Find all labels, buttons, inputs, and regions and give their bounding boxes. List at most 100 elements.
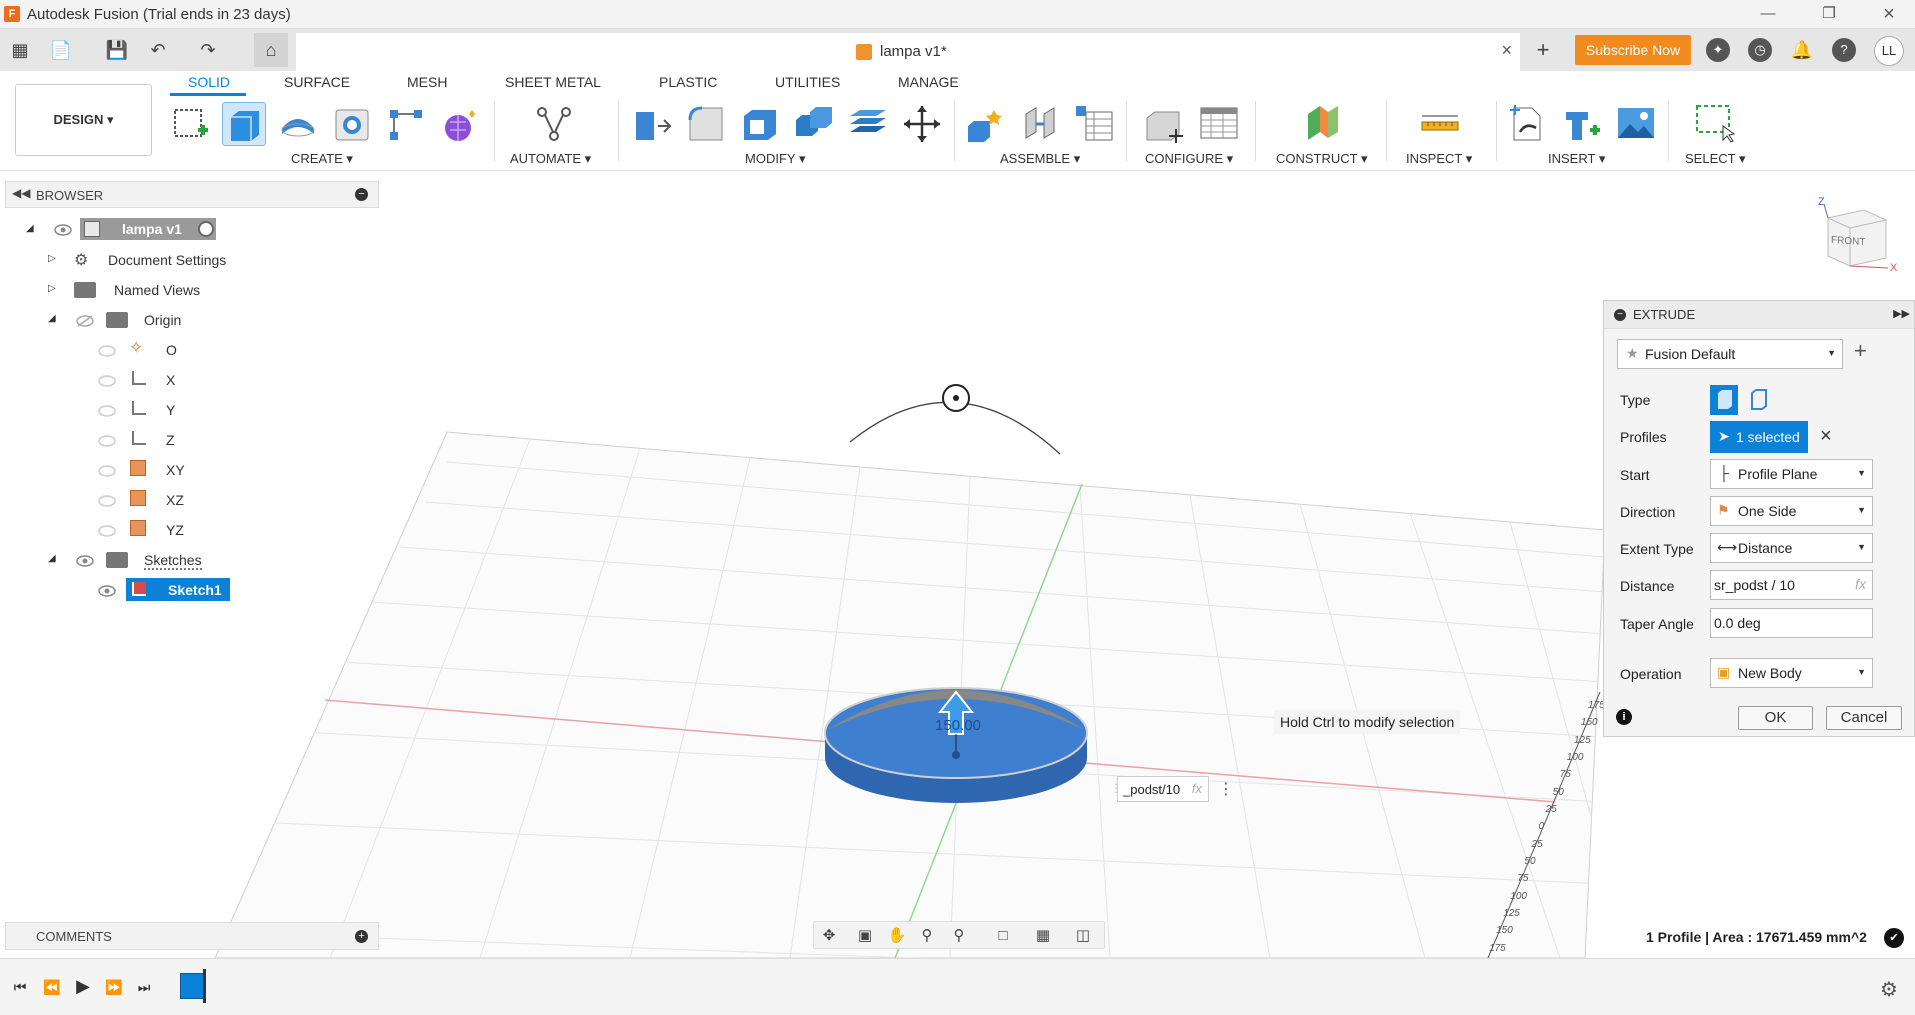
profiles-selection-button[interactable]: ➤ 1 selected [1710,421,1808,453]
comments-panel-header[interactable]: COMMENTS + [5,922,379,950]
preset-select[interactable]: ★ Fusion Default ▼ [1617,339,1843,369]
viewports-icon[interactable]: ◫ [1072,926,1094,946]
type-solid-icon[interactable] [1710,385,1738,415]
collapse-arrow-icon[interactable]: ◢ [48,553,56,564]
timeline-next-icon[interactable]: ⏩ [104,979,124,997]
split-body-icon[interactable] [846,102,890,146]
tab-plastic[interactable]: PLASTIC [659,74,717,90]
tree-sketches[interactable]: ◢ Sketches [48,547,248,573]
cancel-button[interactable]: Cancel [1826,706,1902,730]
hole-icon[interactable] [330,102,374,146]
redo-icon[interactable]: ↷ [195,37,221,63]
tree-yz-plane[interactable]: YZ [96,517,196,543]
hidden-eye-icon[interactable] [76,314,94,327]
tree-z-axis[interactable]: Z [96,427,196,453]
undo-icon[interactable]: ↶ [145,37,171,63]
drag-handle-icon[interactable]: ⋮ [1110,781,1122,795]
insert-mcmaster-icon[interactable] [1560,102,1604,146]
tree-xz-plane[interactable]: XZ [96,487,196,513]
joint-icon[interactable] [1018,102,1062,146]
visibility-eye-icon[interactable] [98,494,116,507]
timeline-start-icon[interactable]: ⏮ [10,979,30,997]
viewcube[interactable]: FRONT Z X [1810,196,1900,290]
clear-selection-icon[interactable]: × [1820,425,1832,448]
collapse-browser-icon[interactable]: ◀◀ [12,186,30,200]
tree-named-views[interactable]: ▷ Named Views [48,277,248,303]
save-icon[interactable]: 💾 [104,37,130,63]
distance-input[interactable]: sr_podst / 10 fx [1710,570,1873,600]
shell-icon[interactable] [738,102,782,146]
dialog-collapse-icon[interactable]: − [1614,309,1626,321]
direction-select[interactable]: ⚑ One Side ▼ [1710,496,1873,526]
help-icon[interactable]: ? [1832,38,1856,62]
new-component-icon[interactable] [964,102,1008,146]
more-options-icon[interactable]: ⋮ [1218,779,1234,799]
tree-xy-plane[interactable]: XY [96,457,196,483]
insert-canvas-icon[interactable] [1614,102,1658,146]
bom-table-icon[interactable] [1072,102,1116,146]
create-menu[interactable]: CREATE ▾ [291,151,353,167]
extrude-dialog-header[interactable]: − EXTRUDE ▶▶ [1604,301,1914,329]
construct-menu[interactable]: CONSTRUCT ▾ [1276,151,1368,167]
visibility-eye-icon[interactable] [98,434,116,447]
configure-icon[interactable] [1143,102,1187,146]
dialog-expand-icon[interactable]: ▶▶ [1893,307,1910,320]
info-icon[interactable]: i [1616,709,1632,725]
select-menu[interactable]: SELECT ▾ [1685,151,1745,167]
visibility-eye-icon[interactable] [98,344,116,357]
press-pull-icon[interactable] [630,102,674,146]
collapse-arrow-icon[interactable]: ◢ [26,223,34,234]
browser-panel-header[interactable]: ◀◀ BROWSER − [5,181,379,208]
visibility-eye-icon[interactable] [98,464,116,477]
operation-select[interactable]: ▣ New Body ▼ [1710,658,1873,688]
inspect-menu[interactable]: INSPECT ▾ [1406,151,1472,167]
create-sketch-icon[interactable] [168,102,212,146]
tab-manage[interactable]: MANAGE [898,74,959,90]
insert-menu[interactable]: INSERT ▾ [1548,151,1605,167]
tab-utilities[interactable]: UTILITIES [775,74,840,90]
fx-icon[interactable]: fx [1855,576,1866,592]
revolve-icon[interactable] [276,102,320,146]
activate-component-icon[interactable] [198,221,214,237]
canvas-distance-input[interactable]: ⋮ _podst/10 fx [1110,776,1209,802]
collapse-arrow-icon[interactable]: ◢ [48,313,56,324]
create-form-icon[interactable] [438,102,482,146]
automate-icon[interactable] [532,102,576,146]
tree-origin-point[interactable]: ✧ O [96,337,196,363]
tree-x-axis[interactable]: X [96,367,196,393]
type-thin-icon[interactable] [1744,385,1772,415]
fit-zoom-icon[interactable]: ⚲ [948,926,970,946]
modify-menu[interactable]: MODIFY ▾ [745,151,805,167]
tree-sketch1[interactable]: Sketch1 [96,577,246,603]
grid-settings-icon[interactable]: ▦ [1032,926,1054,946]
tab-mesh[interactable]: MESH [407,74,447,90]
configure-menu[interactable]: CONFIGURE ▾ [1145,151,1233,167]
ok-button[interactable]: OK [1738,706,1813,730]
orbit-icon[interactable]: ✥ [818,926,840,946]
workspace-switcher-button[interactable]: DESIGN ▾ [15,84,152,156]
measure-icon[interactable] [1418,102,1462,146]
start-select[interactable]: ├ Profile Plane ▼ [1710,459,1873,489]
tab-sheet-metal[interactable]: SHEET METAL [505,74,601,90]
pan-hand-icon[interactable]: ✋ [886,926,908,946]
tree-root[interactable]: ◢ lampa v1 [26,217,236,243]
snap-toggle-icon[interactable]: ✔ [1884,928,1904,948]
timeline-previous-icon[interactable]: ⏪ [42,979,62,997]
restore-icon[interactable]: ❐ [1806,2,1852,26]
expand-arrow-icon[interactable]: ▷ [48,253,56,264]
automate-menu[interactable]: AUTOMATE ▾ [510,151,591,167]
extensions-icon[interactable]: ✦ [1706,38,1730,62]
minimize-icon[interactable]: — [1745,2,1791,26]
fillet-icon[interactable] [684,102,728,146]
select-icon[interactable] [1693,102,1737,146]
timeline-play-icon[interactable]: ▶ [73,976,93,996]
add-preset-icon[interactable]: + [1854,338,1867,364]
tree-origin[interactable]: ◢ Origin [48,307,248,333]
visibility-eye-icon[interactable] [76,554,94,567]
visibility-eye-icon[interactable] [54,223,72,236]
combine-icon[interactable] [792,102,836,146]
visibility-eye-icon[interactable] [98,524,116,537]
subscribe-button[interactable]: Subscribe Now [1575,35,1691,65]
insert-derive-icon[interactable] [1506,102,1550,146]
tree-document-settings[interactable]: ▷ ⚙ Document Settings [48,247,248,273]
